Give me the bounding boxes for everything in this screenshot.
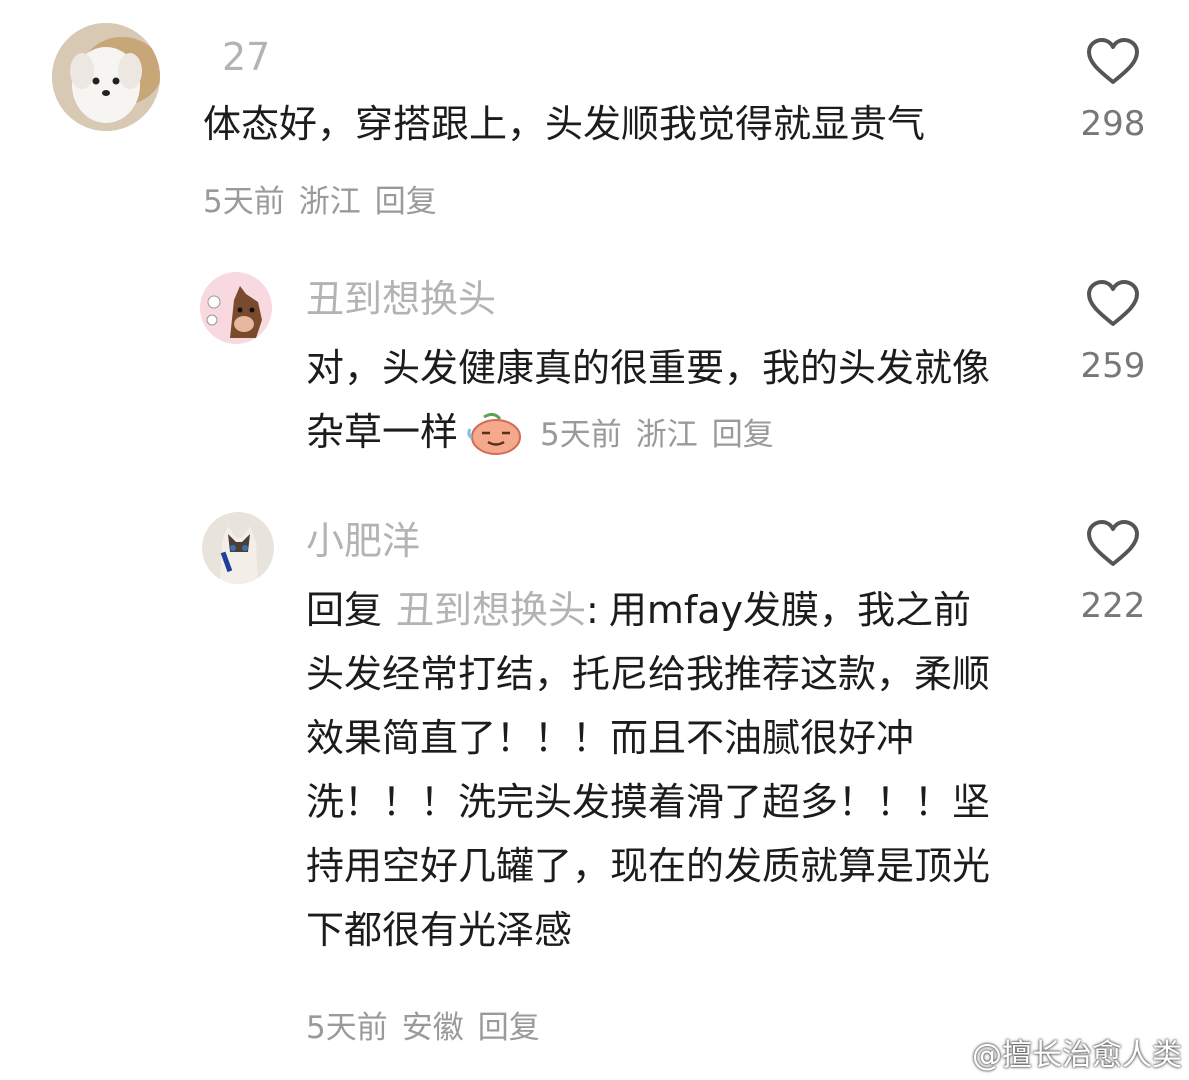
comment-text-wrapper: 对，头发健康真的很重要，我的头发就像杂草一样 5天前 浙江 回复 — [306, 336, 1006, 474]
like-section: 298 — [1058, 38, 1168, 144]
heart-icon[interactable] — [1058, 520, 1168, 568]
avatar[interactable] — [52, 23, 160, 131]
comment-location: 安徽 — [401, 1010, 464, 1046]
comment-text: 用mfay发膜，我之前头发经常打结，托尼给我推荐这款，柔顺效果简直了！！！而且不… — [306, 588, 991, 952]
reply-button[interactable]: 回复 — [712, 417, 774, 453]
avatar[interactable] — [202, 512, 274, 584]
like-count: 259 — [1080, 346, 1146, 386]
like-section: 222 — [1058, 520, 1168, 626]
comment-meta: 5天前 安徽 回复 — [306, 1002, 554, 1047]
comment-meta: 5天前 浙江 回复 — [540, 417, 788, 453]
like-count: 298 — [1080, 104, 1146, 144]
reply-colon: : — [586, 588, 599, 632]
horse-cartoon-avatar-icon — [200, 272, 272, 344]
like-section: 259 — [1058, 280, 1168, 386]
comment-username[interactable]: 丑到想换头 — [306, 280, 496, 318]
white-dog-avatar-icon — [52, 23, 160, 131]
avatar[interactable] — [200, 272, 272, 344]
reply-prefix: 回复 — [306, 588, 383, 632]
heart-icon[interactable] — [1058, 280, 1168, 328]
sweating-face-emoji-icon — [466, 409, 522, 474]
comment-time: 5天前 — [306, 1010, 388, 1046]
comment-username[interactable]: 27 — [222, 38, 270, 76]
like-count: 222 — [1080, 586, 1146, 626]
comment-location: 浙江 — [298, 184, 361, 220]
reply-target-username[interactable]: 丑到想换头 — [396, 588, 586, 632]
comment-time: 5天前 — [203, 184, 285, 220]
heart-icon[interactable] — [1058, 38, 1168, 86]
watermark: @擅长治愈人类 — [928, 1030, 1182, 1079]
comment-text-wrapper: 回复 丑到想换头: 用mfay发膜，我之前头发经常打结，托尼给我推荐这款，柔顺效果简… — [306, 578, 1006, 962]
comment-text: 体态好，穿搭跟上，头发顺我觉得就显贵气 — [203, 102, 926, 146]
comment-location: 浙江 — [635, 417, 698, 453]
watermark-text: @擅长治愈人类 — [972, 1038, 1182, 1073]
weibo-logo-icon — [928, 1041, 966, 1079]
ragdoll-cat-avatar-icon — [202, 512, 274, 584]
comment-username[interactable]: 小肥洋 — [306, 522, 420, 560]
comment-time: 5天前 — [540, 417, 622, 453]
reply-button[interactable]: 回复 — [478, 1010, 540, 1046]
reply-button[interactable]: 回复 — [375, 184, 437, 220]
comment-meta: 5天前 浙江 回复 — [203, 176, 451, 221]
